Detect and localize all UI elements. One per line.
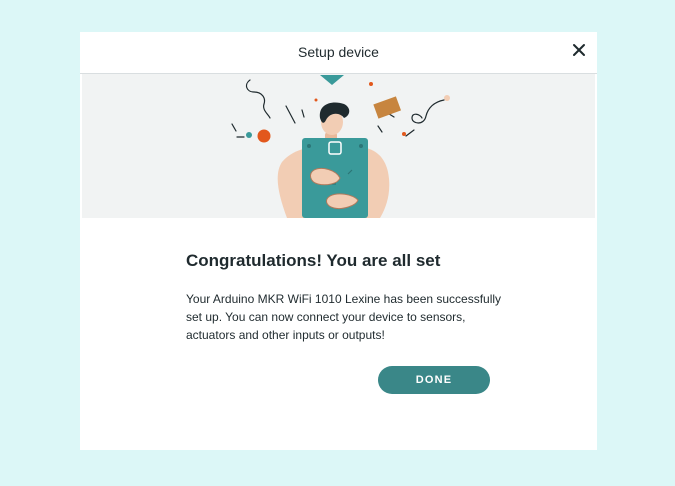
confetti-dot	[257, 129, 271, 143]
success-heading: Congratulations! You are all set	[186, 251, 441, 270]
confetti-rect	[373, 96, 402, 119]
confetti-squiggle	[245, 79, 271, 119]
confetti-line	[405, 129, 415, 137]
close-icon	[573, 44, 585, 56]
confetti-dot	[314, 98, 318, 102]
done-button[interactable]: DONE	[378, 366, 490, 394]
dialog-content: Congratulations! You are all set Your Ar…	[186, 250, 506, 344]
confetti-line	[231, 123, 237, 132]
confetti-dot	[369, 82, 373, 86]
confetti-line	[301, 109, 305, 118]
close-button[interactable]	[571, 42, 587, 58]
success-message: Your Arduino MKR WiFi 1010 Lexine has be…	[186, 292, 502, 342]
confetti-line	[285, 105, 296, 124]
dialog-header: Setup device	[80, 32, 597, 74]
hero-banner	[82, 74, 595, 218]
confetti-triangle	[320, 75, 344, 85]
person-holding-board-illustration	[231, 75, 450, 218]
confetti-dot	[402, 132, 406, 136]
confetti-dot	[444, 95, 450, 101]
confetti-dot	[246, 132, 252, 138]
setup-device-dialog: Setup device Congratulations! You are al…	[80, 32, 597, 450]
dialog-title: Setup device	[298, 44, 379, 60]
confetti-line	[377, 125, 383, 133]
confetti-squiggle	[411, 99, 445, 124]
